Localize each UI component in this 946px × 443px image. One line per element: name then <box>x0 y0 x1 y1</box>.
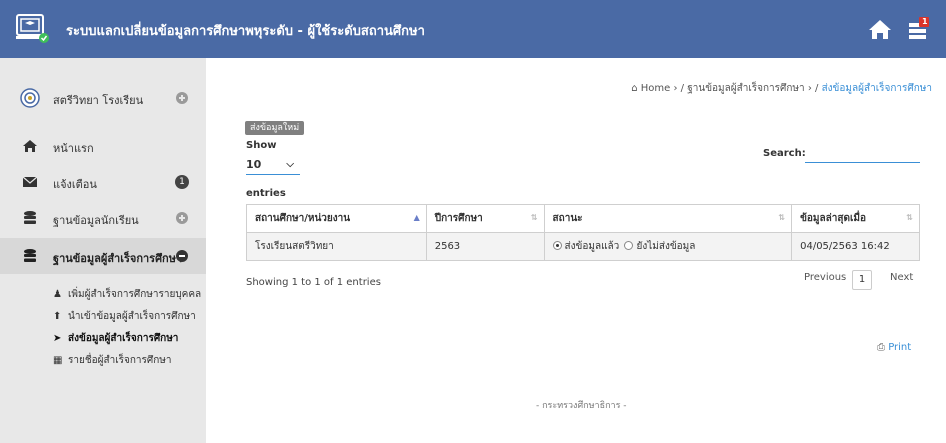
print-button[interactable]: ⎙ Print <box>877 342 911 353</box>
column-header-updated[interactable]: ข้อมูลล่าสุดเมื่อ ⇅ <box>791 204 920 233</box>
pager-next[interactable]: Next <box>890 272 913 283</box>
sub-item-import-graduate[interactable]: ⬆ นำเข้าข้อมูลผู้สำเร็จการศึกษา <box>53 309 196 324</box>
sidebar-item-label: หน้าแรก <box>53 142 94 155</box>
table-header-row: สถานศึกษา/หน่วยงาน ▲ ปีการศึกษา ⇅ สถานะ … <box>246 204 920 233</box>
school-emblem-icon <box>20 88 40 108</box>
breadcrumb-level1[interactable]: ฐานข้อมูลผู้สำเร็จการศึกษา <box>687 83 804 94</box>
sidebar-item-graduate-db[interactable]: ฐานข้อมูลผู้สำเร็จการศึกษา <box>0 238 206 274</box>
sidebar: สตรีวิทยา โรงเรียน หน้าแรก แจ้งเตือน 1 ฐ… <box>0 58 206 443</box>
status-unsent-radio[interactable] <box>624 241 634 250</box>
sidebar-item-label: ฐานข้อมูลผู้สำเร็จการศึกษา <box>53 252 183 265</box>
printer-icon: ⎙ <box>877 342 885 353</box>
pager-page-1[interactable]: 1 <box>852 270 872 290</box>
send-icon: ➤ <box>53 333 62 344</box>
cell-updated: 04/05/2563 16:42 <box>791 232 920 261</box>
expand-plus-icon[interactable] <box>176 92 188 104</box>
notification-stack-icon[interactable]: 1 <box>904 16 932 42</box>
table-icon: ▦ <box>53 355 63 366</box>
top-header: ระบบแลกเปลี่ยนข้อมูลการศึกษาพหุระดับ - ผ… <box>0 0 946 58</box>
sidebar-profile[interactable]: สตรีวิทยา โรงเรียน <box>0 80 206 116</box>
entries-label: entries <box>246 188 286 199</box>
breadcrumb: ⌂ Home › / ฐานข้อมูลผู้สำเร็จการศึกษา › … <box>631 83 932 94</box>
sub-item-send-graduate[interactable]: ➤ ส่งข้อมูลผู้สำเร็จการศึกษา <box>53 331 178 346</box>
sidebar-item-notifications[interactable]: แจ้งเตือน 1 <box>0 164 206 200</box>
database-icon <box>24 249 36 262</box>
column-header-year[interactable]: ปีการศึกษา ⇅ <box>425 204 545 233</box>
breadcrumb-home[interactable]: Home <box>641 83 671 94</box>
sub-item-graduate-list[interactable]: ▦ รายชื่อผู้สำเร็จการศึกษา <box>53 353 172 368</box>
sidebar-item-label: ฐานข้อมูลนักเรียน <box>53 214 139 227</box>
status-sent-label: ส่งข้อมูลแล้ว <box>564 241 620 252</box>
expand-plus-icon[interactable] <box>176 212 188 224</box>
notification-count-badge: 1 <box>922 17 928 26</box>
home-icon[interactable] <box>866 16 894 42</box>
breadcrumb-current: ส่งข้อมูลผู้สำเร็จการศึกษา <box>821 83 932 94</box>
sort-icon: ⇅ <box>530 213 538 222</box>
new-submission-button[interactable]: ส่งข้อมูลใหม่ <box>245 121 305 135</box>
home-icon <box>23 140 37 152</box>
sort-icon: ⇅ <box>778 213 786 222</box>
sort-icon: ⇅ <box>906 213 913 222</box>
collapse-minus-icon[interactable] <box>176 250 188 262</box>
graduate-table: สถานศึกษา/หน่วยงาน ▲ ปีการศึกษา ⇅ สถานะ … <box>246 204 920 261</box>
status-unsent-label: ยังไม่ส่งข้อมูล <box>636 241 696 252</box>
profile-name: สตรีวิทยา โรงเรียน <box>53 94 144 107</box>
cell-year: 2563 <box>425 232 545 261</box>
cell-status: ส่งข้อมูลแล้ว ยังไม่ส่งข้อมูล <box>543 232 793 261</box>
sidebar-item-label: แจ้งเตือน <box>53 178 97 191</box>
footer-text: - กระทรวงศึกษาธิการ - <box>536 401 627 411</box>
column-header-school[interactable]: สถานศึกษา/หน่วยงาน ▲ <box>246 204 427 233</box>
pager-previous[interactable]: Previous <box>804 272 846 283</box>
notification-badge: 1 <box>175 175 189 189</box>
sub-item-add-graduate[interactable]: ♟ เพิ่มผู้สำเร็จการศึกษารายบุคคล <box>53 287 201 302</box>
page-length-select[interactable]: 10 ⌵ <box>246 155 300 175</box>
envelope-icon <box>22 176 38 187</box>
school-laptop-icon <box>16 14 49 43</box>
user-plus-icon: ♟ <box>53 289 62 300</box>
status-sent-radio[interactable] <box>552 241 562 250</box>
sidebar-item-home[interactable]: หน้าแรก <box>0 128 206 164</box>
search-label: Search: <box>763 148 806 159</box>
home-icon: ⌂ <box>631 83 638 94</box>
sidebar-item-student-db[interactable]: ฐานข้อมูลนักเรียน <box>0 200 206 236</box>
database-icon <box>24 211 36 224</box>
showing-info: Showing 1 to 1 of 1 entries <box>246 277 381 288</box>
cell-school: โรงเรียนสตรีวิทยา <box>246 232 427 261</box>
show-label: Show <box>246 140 277 151</box>
table-row: โรงเรียนสตรีวิทยา 2563 ส่งข้อมูลแล้ว ยัง… <box>246 232 920 261</box>
app-title: ระบบแลกเปลี่ยนข้อมูลการศึกษาพหุระดับ - ผ… <box>66 24 425 39</box>
chevron-down-icon: ⌵ <box>286 159 294 170</box>
column-header-status[interactable]: สถานะ ⇅ <box>543 204 793 233</box>
upload-icon: ⬆ <box>53 311 62 322</box>
sort-asc-icon: ▲ <box>413 213 420 222</box>
search-input[interactable] <box>805 146 920 163</box>
